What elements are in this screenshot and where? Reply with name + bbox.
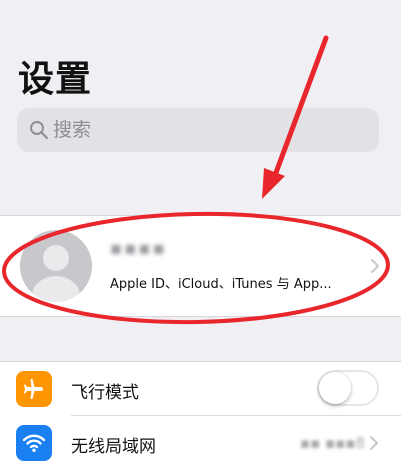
toggle-knob	[319, 372, 351, 404]
divider	[0, 316, 401, 317]
account-name: ▪▪▪▪	[110, 238, 167, 259]
settings-row-label: 飞行模式	[71, 383, 139, 403]
chevron-right-icon	[369, 435, 379, 455]
airplane-mode-toggle[interactable]	[317, 370, 379, 406]
wifi-network-name: ▪▪ ▪▪▪8	[299, 434, 365, 452]
settings-list: 飞行模式 无线局域网 ▪▪ ▪▪▪8	[0, 362, 401, 470]
page-title: 设置	[18, 59, 93, 100]
apple-id-cell[interactable]: ▪▪▪▪ Apple ID、iCloud、iTunes 与 App...	[0, 216, 401, 316]
wifi-icon	[16, 425, 52, 461]
airplane-icon	[16, 371, 52, 407]
search-input[interactable]	[53, 116, 353, 144]
settings-row-wifi[interactable]: 无线局域网 ▪▪ ▪▪▪8	[0, 416, 401, 470]
search-icon	[29, 120, 49, 144]
settings-row-label: 无线局域网	[71, 437, 156, 457]
avatar	[20, 230, 92, 302]
search-bar[interactable]	[17, 108, 379, 152]
settings-row-airplane-mode[interactable]: 飞行模式	[0, 362, 401, 416]
annotation-arrowhead	[262, 168, 285, 199]
account-subtitle: Apple ID、iCloud、iTunes 与 App...	[110, 277, 332, 292]
chevron-right-icon	[370, 258, 380, 278]
